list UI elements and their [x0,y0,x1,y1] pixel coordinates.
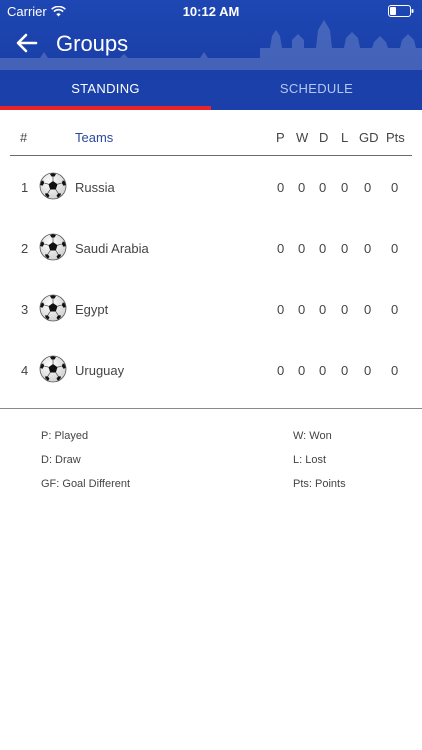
header-won: W [296,130,309,145]
row-lost: 0 [341,302,349,317]
soccer-ball-icon [39,294,67,322]
row-draw: 0 [319,363,327,378]
header-played: P [276,130,285,145]
row-lost: 0 [341,180,349,195]
standings-table: # Teams P W D L GD Pts 1 Russia 0 0 0 0 … [0,120,422,400]
row-won: 0 [298,363,306,378]
table-row[interactable]: 2 Saudi Arabia 0 0 0 0 0 0 [0,217,422,278]
back-button[interactable] [14,30,44,58]
nav-bar: Groups [0,22,422,66]
active-tab-indicator [0,106,211,110]
status-bar: Carrier 10:12 AM [0,0,422,22]
row-won: 0 [298,302,306,317]
row-points: 0 [391,363,399,378]
header-teams: Teams [75,130,114,145]
soccer-ball-icon [39,355,67,383]
tab-schedule-label: SCHEDULE [279,81,354,96]
table-row[interactable]: 3 Egypt 0 0 0 0 0 0 [0,278,422,339]
tab-schedule[interactable]: SCHEDULE [211,70,422,110]
row-points: 0 [391,241,399,256]
table-header: # Teams P W D L GD Pts [10,120,412,156]
table-divider [0,408,422,409]
row-won: 0 [298,180,306,195]
row-won: 0 [298,241,306,256]
row-goal-diff: 0 [364,363,372,378]
soccer-ball-icon [39,233,67,261]
row-points: 0 [391,302,399,317]
row-points: 0 [391,180,399,195]
team-name: Egypt [75,302,109,317]
table-body: 1 Russia 0 0 0 0 0 0 2 Saudi Arabia 0 0 … [0,156,422,400]
row-draw: 0 [319,302,327,317]
legend-lost: L: Lost [293,454,327,466]
team-name: Russia [75,180,115,195]
table-row[interactable]: 4 Uruguay 0 0 0 0 0 0 [0,339,422,400]
status-time: 10:12 AM [182,4,240,19]
row-draw: 0 [319,180,327,195]
row-played: 0 [277,241,285,256]
header-rank: # [20,130,28,145]
app-header: Carrier 10:12 AM Groups STANDING SCHEDUL… [0,0,422,110]
row-played: 0 [277,302,285,317]
row-goal-diff: 0 [364,302,372,317]
row-played: 0 [277,180,285,195]
header-goal-diff: GD [359,130,379,145]
legend-goal-diff: GF: Goal Different [41,478,131,490]
legend-played: P: Played [41,430,89,442]
row-draw: 0 [319,241,327,256]
team-name: Saudi Arabia [75,241,149,256]
header-lost: L [341,130,349,145]
page-title: Groups [56,31,129,56]
row-rank: 1 [21,180,29,195]
arrow-left-icon [16,33,38,53]
row-goal-diff: 0 [364,180,372,195]
header-points: Pts [386,130,405,145]
team-name: Uruguay [75,363,125,378]
row-rank: 2 [21,241,29,256]
row-rank: 3 [21,302,29,317]
tab-standing[interactable]: STANDING [0,70,211,110]
soccer-ball-icon [39,172,67,200]
legend-points: Pts: Points [293,478,346,490]
legend-draw: D: Draw [41,454,81,466]
table-row[interactable]: 1 Russia 0 0 0 0 0 0 [0,156,422,217]
row-rank: 4 [21,363,29,378]
row-goal-diff: 0 [364,241,372,256]
row-lost: 0 [341,241,349,256]
tab-standing-label: STANDING [71,81,140,96]
battery-icon [388,5,414,20]
row-played: 0 [277,363,285,378]
tab-bar: STANDING SCHEDULE [0,70,422,110]
header-draw: D [319,130,329,145]
row-lost: 0 [341,363,349,378]
legend-won: W: Won [293,430,332,442]
